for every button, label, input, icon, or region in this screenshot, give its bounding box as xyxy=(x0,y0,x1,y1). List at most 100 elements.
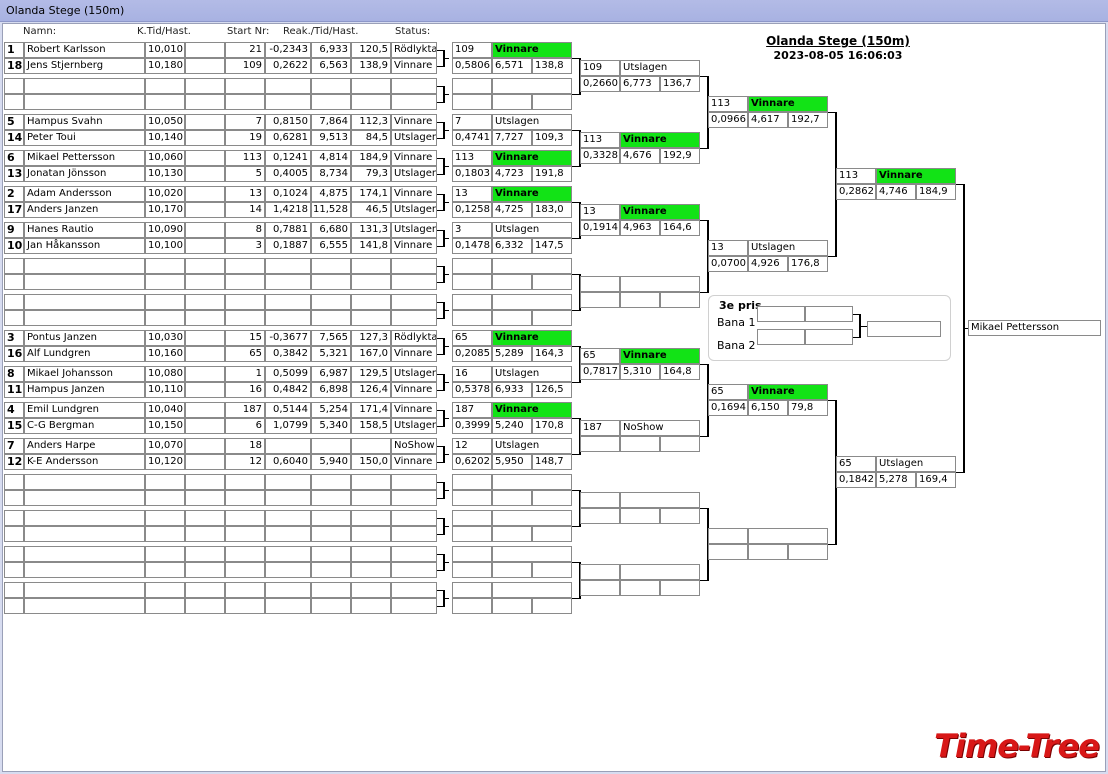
round2-nr-cell xyxy=(452,474,492,490)
round2-hast-cell: 191,8 xyxy=(532,166,572,182)
r1-blank-cell xyxy=(185,438,225,454)
r1-name-cell: Peter Toui xyxy=(24,130,145,146)
round3-nr-cell xyxy=(580,276,620,292)
r1-name-cell xyxy=(24,598,145,614)
round4-hast-cell xyxy=(788,544,828,560)
r1-tid-cell: 9,513 xyxy=(311,130,351,146)
r1-reak-cell: 0,1241 xyxy=(265,150,311,166)
round4-tid-cell: 4,926 xyxy=(748,256,788,272)
round3-tid-cell: 6,773 xyxy=(620,76,660,92)
r1-start-cell: 187 xyxy=(225,402,265,418)
r1-hast-cell: 127,3 xyxy=(351,330,391,346)
r1-hast-cell xyxy=(351,78,391,94)
r1-start-cell: 5 xyxy=(225,166,265,182)
r1-name-cell: Hampus Svahn xyxy=(24,114,145,130)
r1-tid-cell xyxy=(311,598,351,614)
r1-start-cell xyxy=(225,94,265,110)
r1-name-cell: C-G Bergman xyxy=(24,418,145,434)
r1-tid-cell: 4,875 xyxy=(311,186,351,202)
round4-tid-cell xyxy=(748,544,788,560)
r1-name-cell xyxy=(24,474,145,490)
round3-nr-cell: 13 xyxy=(580,204,620,220)
r1-name-cell xyxy=(24,274,145,290)
round2-hast-cell: 126,5 xyxy=(532,382,572,398)
r1-reak-cell xyxy=(265,94,311,110)
r1-hast-cell: 141,8 xyxy=(351,238,391,254)
round2-nr-cell: 113 xyxy=(452,150,492,166)
r1-hast-cell xyxy=(351,598,391,614)
bracket-line xyxy=(443,562,449,563)
r1-tid-cell xyxy=(311,78,351,94)
round2-tid-cell: 6,571 xyxy=(492,58,532,74)
r1-name-cell xyxy=(24,94,145,110)
r1-tid-cell: 6,555 xyxy=(311,238,351,254)
r1-ktid-cell: 10,040 xyxy=(145,402,185,418)
r1-hast-cell: 46,5 xyxy=(351,202,391,218)
r1-seed-cell xyxy=(4,78,24,94)
round2-tid-cell: 6,933 xyxy=(492,382,532,398)
r1-ktid-cell xyxy=(145,562,185,578)
r1-seed-cell xyxy=(4,526,24,542)
r1-ktid-cell xyxy=(145,294,185,310)
r1-name-cell: Anders Harpe xyxy=(24,438,145,454)
r1-hast-cell: 131,3 xyxy=(351,222,391,238)
round4-nr-cell: 13 xyxy=(708,240,748,256)
r1-seed-cell: 11 xyxy=(4,382,24,398)
round2-hast-cell: 164,3 xyxy=(532,346,572,362)
r1-ktid-cell xyxy=(145,94,185,110)
round3-reak-cell: 0,7817 xyxy=(580,364,620,380)
round5-nr-cell: 113 xyxy=(836,168,876,184)
r1-ktid-cell xyxy=(145,310,185,326)
round3-reak-cell xyxy=(580,436,620,452)
round2-status-cell xyxy=(492,258,572,274)
r1-hast-cell xyxy=(351,490,391,506)
r1-blank-cell xyxy=(185,330,225,346)
r1-blank-cell xyxy=(185,562,225,578)
r1-seed-cell: 10 xyxy=(4,238,24,254)
r1-seed-cell xyxy=(4,582,24,598)
round2-reak-cell xyxy=(452,598,492,614)
title-bar: Olanda Stege (150m) xyxy=(0,0,1108,22)
bracket-line xyxy=(443,238,449,239)
third-place-lane1-b xyxy=(805,306,853,322)
round3-reak-cell xyxy=(580,580,620,596)
bracket-line xyxy=(443,454,449,455)
r1-reak-cell xyxy=(265,562,311,578)
bracket-line xyxy=(443,202,449,203)
r1-hast-cell xyxy=(351,582,391,598)
r1-ktid-cell: 10,160 xyxy=(145,346,185,362)
round2-tid-cell: 5,289 xyxy=(492,346,532,362)
round2-tid-cell xyxy=(492,94,532,110)
round4-status-cell xyxy=(748,528,828,544)
r1-tid-cell: 6,987 xyxy=(311,366,351,382)
r1-name-cell: Anders Janzen xyxy=(24,202,145,218)
r1-seed-cell: 14 xyxy=(4,130,24,146)
round2-tid-cell xyxy=(492,310,532,326)
r1-status-cell: NoShow xyxy=(391,438,437,454)
r1-blank-cell xyxy=(185,402,225,418)
round2-status-cell: Vinnare xyxy=(492,402,572,418)
r1-ktid-cell: 10,050 xyxy=(145,114,185,130)
round2-tid-cell: 4,725 xyxy=(492,202,532,218)
r1-hast-cell xyxy=(351,438,391,454)
round3-hast-cell xyxy=(660,508,700,524)
round4-hast-cell: 176,8 xyxy=(788,256,828,272)
round3-status-cell: NoShow xyxy=(620,420,700,436)
r1-blank-cell xyxy=(185,510,225,526)
round3-hast-cell xyxy=(660,292,700,308)
r1-hast-cell: 167,0 xyxy=(351,346,391,362)
round2-status-cell: Utslagen xyxy=(492,222,572,238)
r1-reak-cell: 1,4218 xyxy=(265,202,311,218)
r1-reak-cell: 1,0799 xyxy=(265,418,311,434)
r1-start-cell xyxy=(225,526,265,542)
round2-nr-cell: 13 xyxy=(452,186,492,202)
r1-status-cell: Vinnare xyxy=(391,114,437,130)
r1-status-cell: Utslagen xyxy=(391,202,437,218)
round3-tid-cell xyxy=(620,508,660,524)
r1-status-cell: Vinnare xyxy=(391,58,437,74)
r1-start-cell: 19 xyxy=(225,130,265,146)
round3-hast-cell: 136,7 xyxy=(660,76,700,92)
r1-name-cell: Robert Karlsson xyxy=(24,42,145,58)
r1-status-cell: Utslagen xyxy=(391,418,437,434)
round5-reak-cell: 0,1842 xyxy=(836,472,876,488)
